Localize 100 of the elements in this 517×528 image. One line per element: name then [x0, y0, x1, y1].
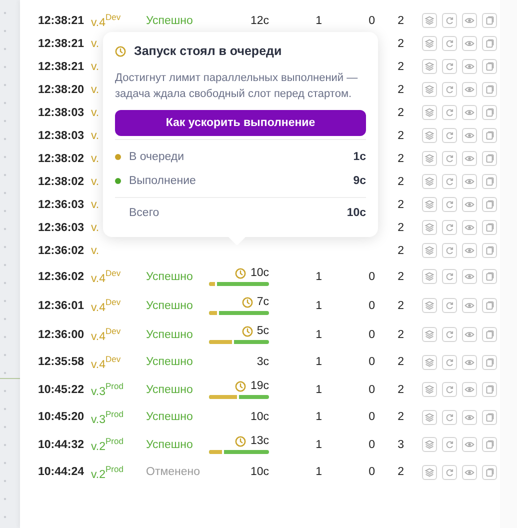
refresh-button[interactable]	[442, 36, 457, 51]
eye-button[interactable]	[462, 410, 477, 424]
layers-button[interactable]	[422, 36, 437, 51]
copy-button[interactable]	[482, 174, 497, 189]
layers-icon	[423, 383, 436, 396]
count: 0	[368, 14, 375, 26]
layers-button[interactable]	[422, 243, 437, 258]
layers-button[interactable]	[422, 269, 437, 284]
eye-button[interactable]	[462, 13, 477, 28]
duration: 10с	[235, 267, 269, 279]
copy-button[interactable]	[482, 464, 497, 480]
clock-icon	[242, 326, 253, 336]
layers-button[interactable]	[422, 437, 437, 452]
layers-button[interactable]	[422, 327, 437, 342]
layers-button[interactable]	[422, 382, 437, 397]
layers-icon	[423, 244, 436, 257]
eye-button[interactable]	[462, 269, 477, 284]
eye-button[interactable]	[462, 197, 477, 212]
version: v.4$^{Dev}$	[91, 358, 121, 370]
count: 1	[316, 328, 322, 340]
layers-icon	[423, 129, 436, 142]
refresh-button[interactable]	[442, 327, 457, 342]
refresh-button[interactable]	[442, 220, 457, 235]
eye-button[interactable]	[462, 327, 477, 342]
copy-button[interactable]	[482, 220, 497, 235]
copy-button[interactable]	[482, 105, 497, 120]
count: 2	[398, 222, 404, 234]
count: 1	[316, 438, 322, 450]
copy-button[interactable]	[482, 243, 497, 258]
layers-button[interactable]	[422, 82, 437, 97]
layers-button[interactable]	[422, 105, 437, 120]
eye-button[interactable]	[462, 128, 477, 143]
copy-button[interactable]	[482, 13, 497, 28]
refresh-button[interactable]	[442, 243, 457, 258]
refresh-button[interactable]	[442, 354, 457, 370]
refresh-button[interactable]	[442, 298, 457, 313]
eye-button[interactable]	[462, 151, 477, 166]
layers-button[interactable]	[422, 298, 437, 313]
layers-button[interactable]	[422, 464, 437, 480]
time: 10:45:20	[38, 411, 86, 423]
copy-button[interactable]	[482, 298, 497, 313]
refresh-button[interactable]	[442, 382, 457, 397]
layers-button[interactable]	[422, 151, 437, 166]
clock-icon	[235, 268, 246, 278]
legend-label: В очереди	[129, 151, 184, 163]
refresh-button[interactable]	[442, 174, 457, 189]
eye-button[interactable]	[462, 220, 477, 235]
refresh-button[interactable]	[442, 151, 457, 166]
copy-button[interactable]	[482, 128, 497, 143]
layers-button[interactable]	[422, 197, 437, 212]
time: 12:38:02	[38, 152, 86, 164]
eye-button[interactable]	[462, 464, 477, 480]
refresh-button[interactable]	[442, 437, 457, 452]
eye-button[interactable]	[462, 174, 477, 189]
refresh-button[interactable]	[442, 59, 457, 74]
layers-button[interactable]	[422, 59, 437, 74]
time: 12:36:03	[38, 222, 86, 234]
eye-button[interactable]	[462, 36, 477, 51]
eye-button[interactable]	[462, 59, 477, 74]
refresh-button[interactable]	[442, 197, 457, 212]
eye-button[interactable]	[462, 298, 477, 313]
count: 1	[316, 300, 322, 312]
layers-button[interactable]	[422, 174, 437, 189]
refresh-button[interactable]	[442, 464, 457, 480]
copy-button[interactable]	[482, 59, 497, 74]
refresh-button[interactable]	[442, 269, 457, 284]
copy-button[interactable]	[482, 151, 497, 166]
copy-button[interactable]	[482, 82, 497, 97]
count: 2	[398, 384, 404, 396]
refresh-button[interactable]	[442, 105, 457, 120]
copy-button[interactable]	[482, 354, 497, 370]
version: v.	[91, 222, 100, 234]
copy-button[interactable]	[482, 382, 497, 397]
eye-button[interactable]	[462, 82, 477, 97]
copy-button[interactable]	[482, 197, 497, 212]
copy-button[interactable]	[482, 410, 497, 424]
layers-button[interactable]	[422, 410, 437, 424]
eye-button[interactable]	[462, 437, 477, 452]
layers-button[interactable]	[422, 13, 437, 28]
refresh-button[interactable]	[442, 82, 457, 97]
eye-button[interactable]	[462, 105, 477, 120]
time: 12:36:03	[38, 198, 86, 210]
eye-button[interactable]	[462, 382, 477, 397]
count: 2	[398, 130, 404, 142]
eye-button[interactable]	[462, 243, 477, 258]
speed-up-button[interactable]: Как ускорить выполнение	[115, 110, 366, 136]
refresh-button[interactable]	[442, 13, 457, 28]
layers-button[interactable]	[422, 354, 437, 370]
copy-button[interactable]	[482, 269, 497, 284]
copy-button[interactable]	[482, 36, 497, 51]
layers-button[interactable]	[422, 128, 437, 143]
refresh-button[interactable]	[442, 410, 457, 424]
layers-button[interactable]	[422, 220, 437, 235]
copy-button[interactable]	[482, 437, 497, 452]
eye-button[interactable]	[462, 354, 477, 370]
clock-icon	[235, 380, 246, 392]
refresh-button[interactable]	[442, 128, 457, 143]
version: v.	[91, 130, 100, 142]
copy-button[interactable]	[482, 327, 497, 342]
version: v.	[91, 84, 100, 96]
